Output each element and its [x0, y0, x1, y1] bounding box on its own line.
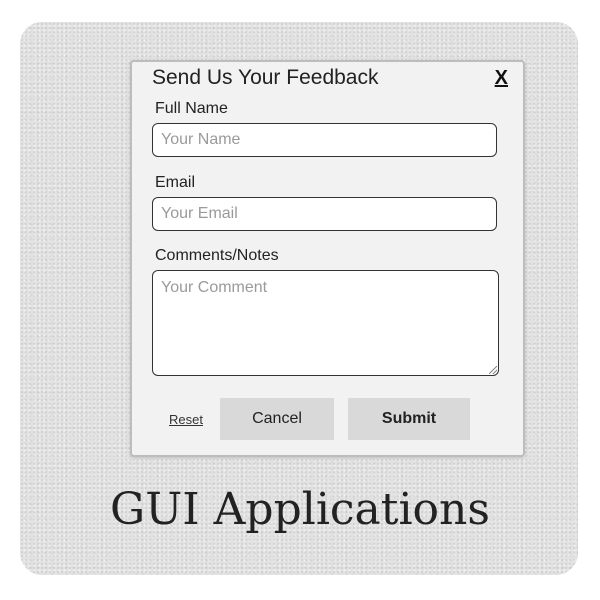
close-icon[interactable]: X	[495, 67, 508, 90]
full-name-label: Full Name	[155, 100, 228, 117]
comments-label: Comments/Notes	[155, 247, 279, 264]
email-label: Email	[155, 174, 196, 191]
email-input[interactable]	[152, 197, 497, 231]
comments-textarea[interactable]	[152, 270, 499, 376]
feedback-dialog: Send Us Your Feedback X Full Name Email …	[130, 60, 525, 457]
submit-button[interactable]: Submit	[348, 398, 470, 440]
dialog-title: Send Us Your Feedback	[152, 66, 379, 89]
full-name-input[interactable]	[152, 123, 497, 157]
caption-title: GUI Applications	[110, 484, 490, 535]
cancel-button[interactable]: Cancel	[220, 398, 334, 440]
reset-link[interactable]: Reset	[169, 412, 203, 427]
resize-grip-icon[interactable]	[489, 366, 497, 374]
